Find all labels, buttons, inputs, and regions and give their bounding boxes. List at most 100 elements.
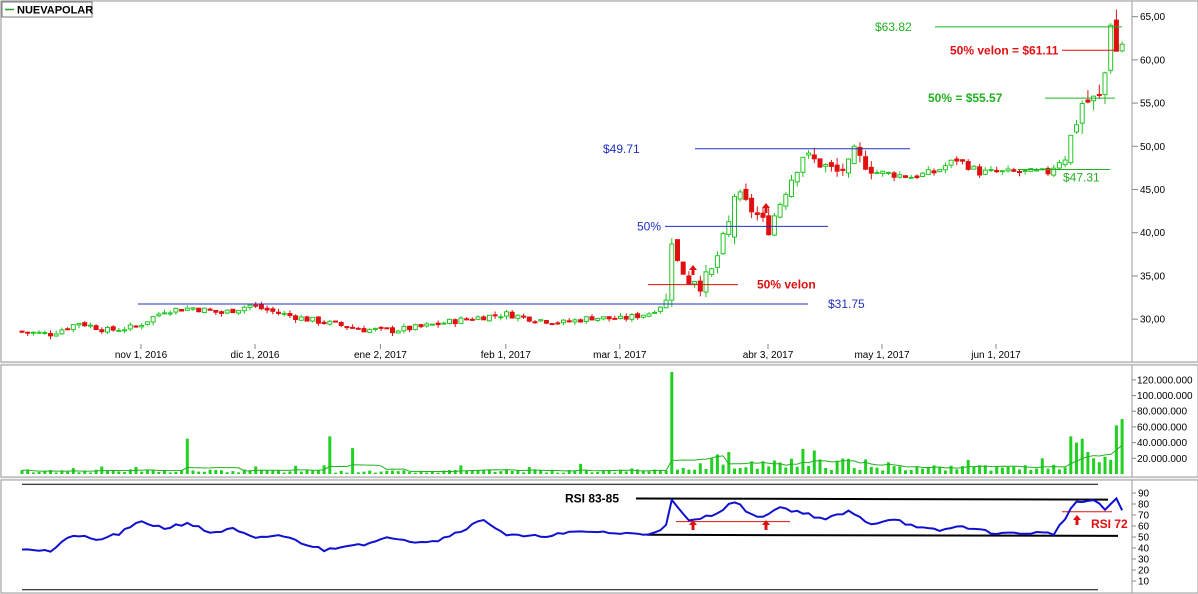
candle-body <box>1068 134 1074 164</box>
chart-root: NUEVAPOLAR nov 1, 2016 dic 1, 2016 ene 2, … <box>0 0 1198 594</box>
candle-body <box>817 158 823 168</box>
candle-body <box>732 195 737 238</box>
candle-body <box>521 315 527 318</box>
volume-bar <box>784 467 788 474</box>
candle-body <box>93 325 99 331</box>
candle-body <box>230 308 236 314</box>
price-y-tick-label: 45,00 <box>1140 185 1165 196</box>
candle-body <box>549 323 555 326</box>
candle-body <box>162 312 167 315</box>
volume-panel <box>0 364 1133 478</box>
volume-bar <box>601 470 605 474</box>
volume-bar <box>744 467 748 474</box>
candle-body <box>304 316 310 322</box>
volume-bar <box>898 466 902 474</box>
candle-body <box>241 306 247 312</box>
candle-body <box>840 168 846 171</box>
volume-bar <box>1069 436 1073 474</box>
candle-body <box>1062 159 1068 165</box>
volume-bar <box>379 471 383 474</box>
volume-bar <box>1086 452 1090 474</box>
volume-bar <box>197 471 201 474</box>
volume-bar <box>687 469 691 474</box>
candle-body <box>903 175 908 178</box>
rsi-annotation: RSI 72 <box>1091 517 1128 531</box>
candle-body <box>504 311 509 317</box>
candle-body <box>942 165 948 171</box>
volume-bar <box>801 448 805 474</box>
volume-bar <box>1006 466 1010 474</box>
candle-body <box>675 239 680 261</box>
volume-bar <box>202 471 206 474</box>
volume-y-tick-label: 20.000.000 <box>1137 454 1187 465</box>
candle-body <box>435 322 441 326</box>
volume-y-tick-label: 80.000.000 <box>1137 407 1187 418</box>
volume-bar <box>943 470 947 474</box>
candle-body <box>190 307 196 310</box>
candle-body <box>1085 99 1091 103</box>
candle-body <box>1011 169 1017 172</box>
candle-body <box>378 326 384 329</box>
volume-bar <box>904 470 907 474</box>
rsi-y-tick-label: 90 <box>1138 489 1150 500</box>
price-y-tick-label: 65,00 <box>1140 12 1165 23</box>
volume-bar <box>237 472 241 474</box>
volume-bar <box>208 469 212 474</box>
candle-body <box>270 308 276 312</box>
candle-body <box>526 316 532 322</box>
candle-body <box>127 324 133 330</box>
volume-y-tick-label: 120.000.000 <box>1137 375 1193 386</box>
volume-bar <box>311 470 315 474</box>
candle-body <box>253 304 259 307</box>
rsi-y-tick-label: 50 <box>1138 533 1150 544</box>
candle-body <box>458 317 464 324</box>
candle-body <box>1056 162 1062 169</box>
candle-body <box>846 158 851 174</box>
level-label: 50% velon <box>757 278 816 292</box>
candle-body <box>1034 169 1040 172</box>
candle-body <box>167 312 173 315</box>
candle-body <box>908 176 914 179</box>
volume-bar <box>1092 458 1096 474</box>
candle-body <box>994 169 1000 173</box>
candle-body <box>737 191 743 200</box>
price-y-tick-label: 60,00 <box>1140 55 1165 66</box>
volume-bar <box>721 464 725 474</box>
volume-bar <box>373 472 377 474</box>
candle-body <box>965 161 971 170</box>
candle-body <box>53 333 59 337</box>
volume-bar <box>345 472 349 474</box>
candle-body <box>133 325 139 328</box>
volume-bar <box>812 450 816 474</box>
candle-body <box>247 304 253 308</box>
x-tick-label: jun 1, 2017 <box>970 350 1021 361</box>
volume-bar <box>790 458 793 474</box>
candle-body <box>355 327 361 330</box>
candle-body <box>122 329 128 332</box>
candle-body <box>566 320 572 323</box>
candle-body <box>418 324 424 328</box>
candle-body <box>1017 171 1022 174</box>
volume-bar <box>94 469 98 474</box>
candle-body <box>321 321 327 324</box>
x-tick-label: abr 3, 2017 <box>743 350 794 361</box>
volume-bar <box>539 470 543 474</box>
candle-body <box>635 313 641 319</box>
candle-body <box>880 170 886 174</box>
volume-bar <box>892 466 896 474</box>
volume-bar <box>818 459 822 474</box>
candle-body <box>982 169 988 175</box>
volume-bar <box>738 468 742 474</box>
candle-body <box>749 197 755 213</box>
symbol-tab[interactable]: NUEVAPOLAR <box>1 1 93 18</box>
volume-bar <box>111 470 115 474</box>
candle-body <box>207 308 213 311</box>
volume-bar <box>356 472 360 474</box>
candle-body <box>509 311 515 319</box>
volume-bar <box>875 467 879 474</box>
volume-bar <box>630 468 634 474</box>
volume-bar <box>334 472 337 474</box>
candle-body <box>863 156 869 170</box>
candle-body <box>447 318 452 324</box>
candle-body <box>429 323 435 326</box>
